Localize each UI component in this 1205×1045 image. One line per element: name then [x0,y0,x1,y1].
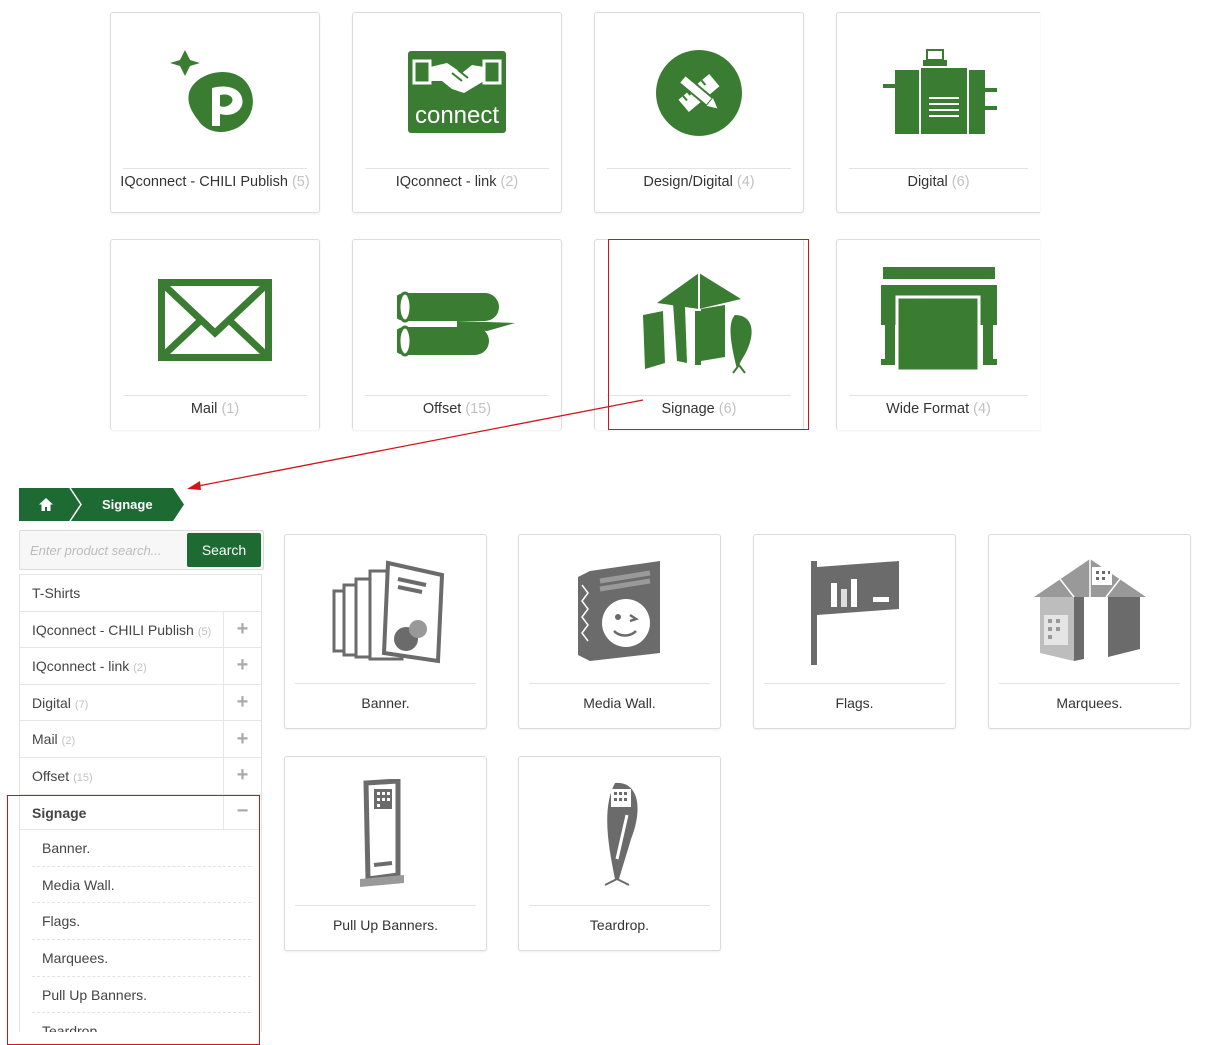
collapse-minus-icon[interactable]: − [223,794,261,830]
expand-plus-icon[interactable]: + [223,648,261,684]
sidebar-item-signage[interactable]: Signage − [20,793,261,831]
expand-plus-icon[interactable]: + [223,611,261,648]
category-card-design-digital[interactable]: Design/Digital (4) [594,12,804,213]
category-card-mail[interactable]: Mail (1) [110,239,320,430]
expand-plus-icon[interactable]: + [223,757,261,794]
sidebar-item-digital[interactable]: Digital (7) + [20,683,261,721]
category-label: Mail (1) [190,401,240,417]
expand-plus-icon[interactable]: + [223,721,261,757]
teardrop-flag-icon [519,769,720,899]
sidebar-subitem-pull-up-banners[interactable]: Pull Up Banners. [32,977,251,1014]
digital-press-icon [837,23,1040,163]
sidebar-item-label: Mail (2) [32,731,76,748]
product-card-teardrop[interactable]: Teardrop. [518,756,721,951]
category-card-chili-publish[interactable]: IQconnect - CHILI Publish (5) [110,12,320,213]
category-label: Signage (6) [661,401,737,417]
sidebar-item-label: IQconnect - link (2) [32,658,147,675]
sidebar-subitem-banner[interactable]: Banner. [32,830,251,867]
sidebar-item-offset[interactable]: Offset (15) + [20,756,261,794]
sidebar-item-label: Digital (7) [32,694,89,711]
category-label: Wide Format (4) [886,401,991,417]
sidebar-subitem-media-wall[interactable]: Media Wall. [32,867,251,904]
connect-handshake-logo-icon: connect [353,23,561,163]
product-label: Media Wall. [583,695,656,711]
category-card-signage[interactable]: Signage (6) [594,239,804,430]
sidebar-item-label: Offset (15) [32,767,93,784]
product-label: Banner. [361,695,410,711]
category-card-digital[interactable]: Digital (6) [836,12,1040,213]
banner-icon [285,547,486,677]
signage-tent-icon [595,250,803,390]
product-label: Marquees. [1056,695,1123,711]
media-wall-icon [519,547,720,677]
product-label: Teardrop. [589,917,650,933]
sidebar-subitem-flags[interactable]: Flags. [32,903,251,940]
sidebar-item-iqconnect-link[interactable]: IQconnect - link (2) + [20,647,261,684]
sidebar-subitem-marquees[interactable]: Marquees. [32,940,251,977]
offset-rollers-icon [353,250,561,390]
chili-publish-logo-icon [111,23,319,163]
search-bar: Search [19,530,264,570]
sidebar-item-label: IQconnect - CHILI Publish (5) [32,621,212,638]
product-card-flags[interactable]: Flags. [753,534,956,729]
product-card-marquees[interactable]: Marquees. [988,534,1191,729]
sidebar-item-label: T-Shirts [32,585,81,601]
sidebar-item-tshirts[interactable]: T-Shirts [20,574,261,611]
product-card-media-wall[interactable]: Media Wall. [518,534,721,729]
product-card-pull-up-banners[interactable]: Pull Up Banners. [284,756,487,951]
product-label: Flags. [835,695,874,711]
flag-icon [754,547,955,677]
pull-up-banner-icon [285,769,486,899]
category-label: IQconnect - CHILI Publish (5) [120,174,310,190]
breadcrumb-current[interactable]: Signage [102,497,153,512]
breadcrumb: Signage [19,487,184,522]
category-card-iqconnect-link[interactable]: connect IQconnect - link (2) [352,12,562,213]
wide-format-printer-icon [837,250,1040,390]
sidebar-subitem-teardrop[interactable]: Teardrop. [32,1013,251,1032]
category-label: Digital (6) [907,174,970,190]
expand-plus-icon[interactable]: + [223,684,261,721]
envelope-icon [111,250,319,390]
svg-text:connect: connect [415,102,499,129]
category-card-offset[interactable]: Offset (15) [352,239,562,430]
category-label: IQconnect - link (2) [395,174,519,190]
category-sidebar: T-Shirts IQconnect - CHILI Publish (5) + … [19,574,262,1032]
sidebar-item-chili-publish[interactable]: IQconnect - CHILI Publish (5) + [20,610,261,648]
design-tools-icon [595,23,803,163]
sidebar-item-mail[interactable]: Mail (2) + [20,720,261,757]
search-input[interactable] [22,533,184,567]
home-icon[interactable] [37,496,55,513]
category-label: Design/Digital (4) [643,174,755,190]
product-label: Pull Up Banners. [332,917,439,933]
marquee-icon [989,547,1190,677]
search-button[interactable]: Search [187,533,261,567]
category-card-wide-format[interactable]: Wide Format (4) [836,239,1040,430]
sidebar-item-label: Signage [32,804,87,821]
category-label: Offset (15) [422,401,492,417]
product-card-banner[interactable]: Banner. [284,534,487,729]
